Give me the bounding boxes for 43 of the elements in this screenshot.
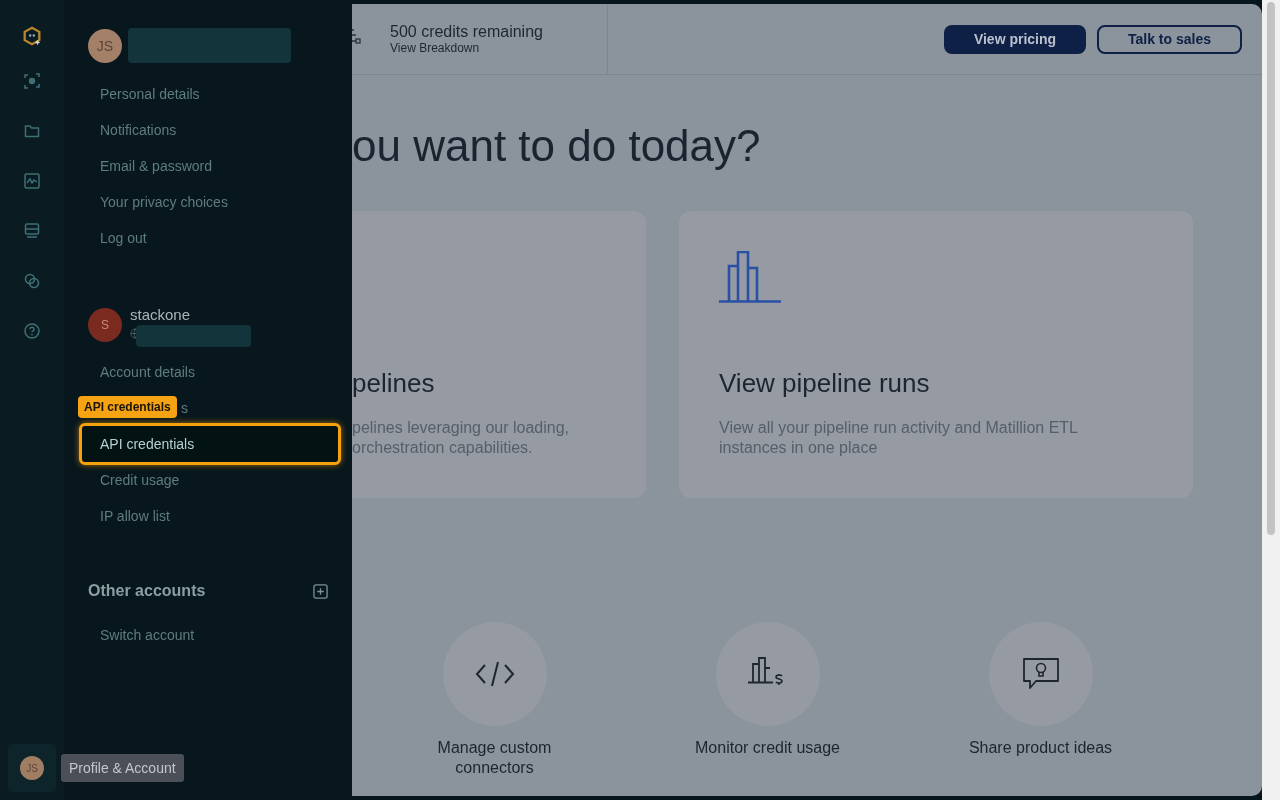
card-title: pelines bbox=[352, 367, 436, 399]
profile-button[interactable]: JS bbox=[8, 744, 56, 792]
section-title: Other accounts bbox=[88, 582, 206, 600]
avatar: JS bbox=[88, 28, 122, 63]
breakdown-link[interactable]: View Breakdown bbox=[390, 41, 543, 55]
add-icon[interactable] bbox=[313, 583, 328, 599]
bar-chart-icon bbox=[719, 251, 781, 303]
shortcut-label[interactable]: Share product ideas bbox=[940, 738, 1141, 758]
pricing-button[interactable]: View pricing bbox=[944, 24, 1086, 54]
folder-icon[interactable] bbox=[24, 123, 40, 139]
menu-item[interactable]: Switch account bbox=[79, 617, 341, 653]
menu-item[interactable]: Notifications bbox=[79, 112, 341, 148]
speech-bulb-icon bbox=[1021, 657, 1060, 691]
logo-icon[interactable] bbox=[21, 25, 43, 47]
avatar: S bbox=[88, 308, 122, 342]
menu-item[interactable]: API credentials bbox=[79, 423, 341, 465]
action-card[interactable]: View pipeline runs View all your pipeline run activity and Matillion ETL instances in one place bbox=[679, 211, 1193, 498]
card-description: View all your pipeline run activity and Matillion ETL instances in one place bbox=[719, 418, 1079, 458]
credits-text: 500 credits remaining bbox=[390, 23, 543, 41]
help-icon[interactable] bbox=[24, 323, 40, 339]
menu-item[interactable]: Email & password bbox=[79, 148, 341, 184]
menu-item[interactable]: Personal details bbox=[79, 76, 341, 112]
shortcut-label[interactable]: Manage custom connectors bbox=[429, 738, 560, 778]
tooltip: API credentials bbox=[78, 396, 177, 418]
card-description: pelines leveraging our loading, orchestration capabilities. bbox=[352, 418, 571, 458]
page-heading: ou want to do today? bbox=[352, 120, 762, 172]
scan-icon[interactable] bbox=[24, 73, 40, 89]
activity-icon[interactable] bbox=[24, 173, 40, 189]
sales-button[interactable]: Talk to sales bbox=[1097, 24, 1242, 54]
menu-item[interactable]: IP allow list bbox=[79, 498, 341, 534]
tooltip: Profile & Account bbox=[61, 754, 184, 782]
menu-item[interactable]: Account details bbox=[79, 354, 341, 390]
action-card[interactable]: pelines pelines leveraging our loading, orchestration capabilities. bbox=[352, 211, 646, 498]
link-circles-icon[interactable] bbox=[24, 273, 40, 289]
menu-item[interactable]: Log out bbox=[79, 220, 341, 256]
organization-name: stackone bbox=[130, 306, 191, 323]
shortcut-label[interactable]: Monitor credit usage bbox=[667, 738, 868, 758]
menu-item[interactable]: Credit usage bbox=[79, 462, 341, 498]
scrollbar[interactable] bbox=[1262, 0, 1280, 800]
code-icon bbox=[473, 661, 516, 687]
server-icon[interactable] bbox=[24, 223, 40, 239]
card-title: View pipeline runs bbox=[719, 367, 931, 399]
menu-item[interactable]: Your privacy choices bbox=[79, 184, 341, 220]
